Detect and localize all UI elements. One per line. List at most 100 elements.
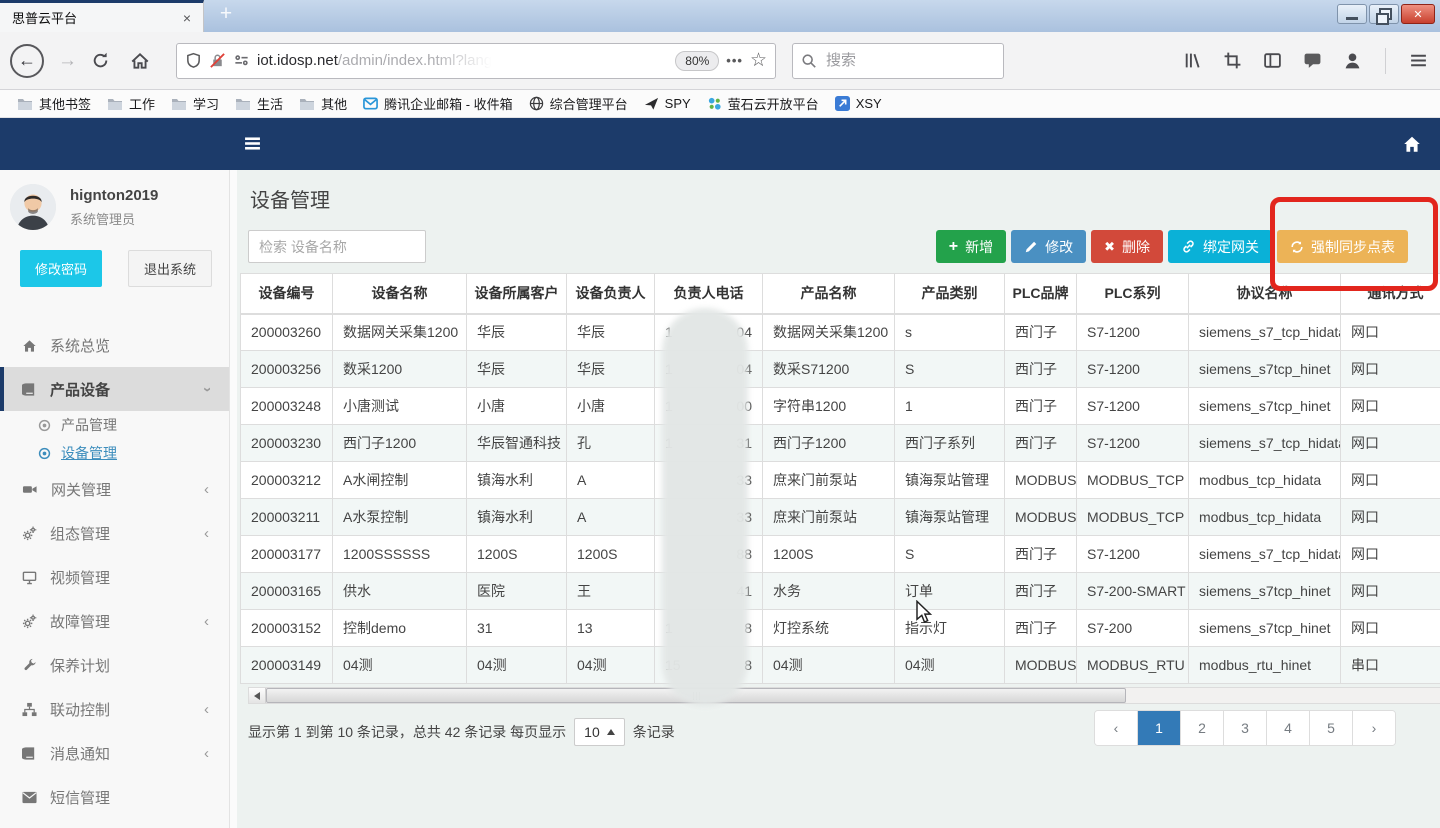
search-input[interactable] — [824, 51, 995, 70]
bookmark-star-icon[interactable]: ☆ — [750, 49, 767, 72]
xsy-icon — [835, 96, 850, 111]
tencent-mail-icon — [363, 96, 378, 111]
bookmark-item[interactable]: 其他书签 — [10, 92, 98, 115]
logout-button[interactable]: 退出系统 — [128, 250, 212, 287]
close-button[interactable]: ✕ — [1401, 4, 1435, 24]
search-bar[interactable] — [792, 43, 1004, 79]
sidebar-subitem-设备管理[interactable]: 设备管理 — [0, 439, 229, 467]
account-icon[interactable] — [1343, 51, 1362, 70]
tab-close-icon[interactable]: × — [179, 10, 195, 26]
restore-button[interactable] — [1369, 4, 1399, 24]
bookmark-item[interactable]: 学习 — [164, 92, 226, 115]
table-row[interactable]: 200003230西门子1200华辰智通科技孔131西门子1200西门子系列西门… — [241, 425, 1440, 462]
sidebar-item-车间管理[interactable]: 车间管理 — [0, 819, 229, 828]
screenshot-icon[interactable] — [1223, 51, 1242, 70]
bookmark-label: 其他 — [321, 94, 347, 113]
sidebar-subitem-产品管理[interactable]: 产品管理 — [0, 411, 229, 439]
bookmark-item[interactable]: 工作 — [100, 92, 162, 115]
horizontal-scrollbar[interactable] — [248, 687, 1440, 704]
table-row[interactable]: 20000314904测04测04测15804测04测MODBUSMODBUS_… — [241, 647, 1440, 684]
bookmark-item[interactable]: 其他 — [292, 92, 354, 115]
back-button[interactable]: ← — [10, 44, 44, 78]
column-header: PLC系列 — [1077, 274, 1189, 314]
main-content: 设备管理 +新增修改✖删除绑定网关强制同步点表 设备编号设备名称设备所属客户设备… — [230, 170, 1440, 828]
monitor-icon — [22, 570, 37, 585]
sidebar-item-短信管理[interactable]: 短信管理 — [0, 775, 229, 819]
change-password-button[interactable]: 修改密码 — [20, 250, 102, 287]
table-cell: 200003256 — [241, 351, 333, 388]
insecure-lock-icon[interactable] — [209, 52, 226, 69]
bookmark-label: 生活 — [257, 94, 283, 113]
sidebar-item-系统总览[interactable]: 系统总览 — [0, 323, 229, 367]
table-cell: 数采S71200 — [763, 351, 895, 388]
table-row[interactable]: 200003260数据网关采集1200华辰华辰104数据网关采集1200s西门子… — [241, 314, 1440, 351]
sidebar-item-故障管理[interactable]: 故障管理‹ — [0, 599, 229, 643]
browser-tab[interactable]: 思普云平台 × — [0, 0, 204, 32]
sidebar-item-网关管理[interactable]: 网关管理‹ — [0, 467, 229, 511]
new-tab-button[interactable]: + — [212, 2, 240, 26]
app-sidebar-toggle-icon[interactable] — [244, 135, 261, 152]
bookmarks-bar: 其他书签工作学习 生活 其他腾讯企业邮箱 - 收件箱综合管理平台SPY萤石云开放平台… — [0, 90, 1440, 118]
sidebar-item-消息通知[interactable]: 消息通知‹ — [0, 731, 229, 775]
table-row[interactable]: 2000031771200SSSSSS1200S1200S881200SS西门子… — [241, 536, 1440, 573]
table-cell: 1 — [895, 388, 1005, 425]
sidebar-item-产品设备[interactable]: 产品设备‹ — [0, 367, 229, 411]
prev-page-button[interactable]: ‹ — [1095, 711, 1137, 745]
table-row[interactable]: 200003211A水泵控制镇海水利A33庶来门前泵站镇海泵站管理MODBUSM… — [241, 499, 1440, 536]
hamburger-menu-icon[interactable] — [1409, 51, 1428, 70]
reload-button[interactable] — [91, 51, 110, 70]
page-size-select[interactable]: 10 — [574, 718, 625, 746]
home-button[interactable] — [130, 51, 150, 71]
library-icon[interactable] — [1183, 51, 1202, 70]
table-cell: siemens_s7tcp_hinet — [1189, 351, 1341, 388]
table-row[interactable]: 200003256数采1200华辰华辰104数采S71200S西门子S7-120… — [241, 351, 1440, 388]
url-bar[interactable]: iot.idosp.net/admin/index.html?lang 80% … — [176, 43, 776, 79]
minimize-button[interactable] — [1337, 4, 1367, 24]
device-search-input[interactable] — [248, 230, 426, 263]
table-row[interactable]: 200003152控制demo311318灯控系统指示灯西门子S7-200sie… — [241, 610, 1440, 647]
bookmark-item[interactable]: 综合管理平台 — [522, 92, 635, 115]
app-home-icon[interactable] — [1402, 134, 1422, 154]
plus-action-button[interactable]: +新增 — [936, 230, 1006, 263]
bookmark-item[interactable]: 萤石云开放平台 — [700, 92, 826, 115]
cross-action-button[interactable]: ✖删除 — [1091, 230, 1163, 263]
page-button-1[interactable]: 1 — [1137, 711, 1180, 745]
table-cell: 数采1200 — [333, 351, 467, 388]
shield-icon[interactable] — [185, 52, 202, 69]
pocket-comment-icon[interactable] — [1303, 51, 1322, 70]
permissions-icon[interactable] — [233, 52, 250, 69]
link-action-button[interactable]: 绑定网关 — [1168, 230, 1272, 263]
table-row[interactable]: 200003165供水医院王41水务订单西门子S7-200-SMARTsieme… — [241, 573, 1440, 610]
forward-button[interactable]: → — [58, 50, 77, 72]
page-button-2[interactable]: 2 — [1180, 711, 1223, 745]
zoom-level-badge[interactable]: 80% — [675, 51, 719, 71]
next-page-button[interactable]: › — [1352, 711, 1395, 745]
sidebar-item-视频管理[interactable]: 视频管理 — [0, 555, 229, 599]
table-row[interactable]: 200003212A水闸控制镇海水利A33庶来门前泵站镇海泵站管理MODBUSM… — [241, 462, 1440, 499]
table-header-row: 设备编号设备名称设备所属客户设备负责人负责人电话产品名称产品类别PLC品牌PLC… — [241, 274, 1440, 314]
table-row[interactable]: 200003248小唐测试小唐小唐100字符串12001西门子S7-1200si… — [241, 388, 1440, 425]
table-cell: 1200SSSSSS — [333, 536, 467, 573]
page-button-3[interactable]: 3 — [1223, 711, 1266, 745]
device-table-wrap: 设备编号设备名称设备所属客户设备负责人负责人电话产品名称产品类别PLC品牌PLC… — [240, 273, 1440, 684]
bookmark-item[interactable]: 生活 — [228, 92, 290, 115]
scroll-left-arrow[interactable] — [249, 688, 266, 703]
sidebar-item-组态管理[interactable]: 组态管理‹ — [0, 511, 229, 555]
page-actions-icon[interactable]: ••• — [726, 53, 743, 68]
page-button-4[interactable]: 4 — [1266, 711, 1309, 745]
page-size-value: 10 — [584, 724, 600, 740]
table-cell: 西门子 — [1005, 314, 1077, 351]
page-button-5[interactable]: 5 — [1309, 711, 1352, 745]
sidebar-item-保养计划[interactable]: 保养计划 — [0, 643, 229, 687]
table-cell: S7-1200 — [1077, 536, 1189, 573]
pencil-action-button[interactable]: 修改 — [1011, 230, 1086, 263]
table-cell: siemens_s7tcp_hinet — [1189, 610, 1341, 647]
app-sidebar: hignton2019 系统管理员 修改密码 退出系统 系统总览产品设备‹产品管… — [0, 170, 230, 828]
bookmark-item[interactable]: SPY — [637, 94, 698, 113]
bookmark-item[interactable]: 腾讯企业邮箱 - 收件箱 — [356, 92, 520, 115]
bookmark-item[interactable]: XSY — [828, 94, 889, 113]
table-cell: 水务 — [763, 573, 895, 610]
table-cell: 200003211 — [241, 499, 333, 536]
sidebar-item-联动控制[interactable]: 联动控制‹ — [0, 687, 229, 731]
sidebar-toggle-icon[interactable] — [1263, 51, 1282, 70]
